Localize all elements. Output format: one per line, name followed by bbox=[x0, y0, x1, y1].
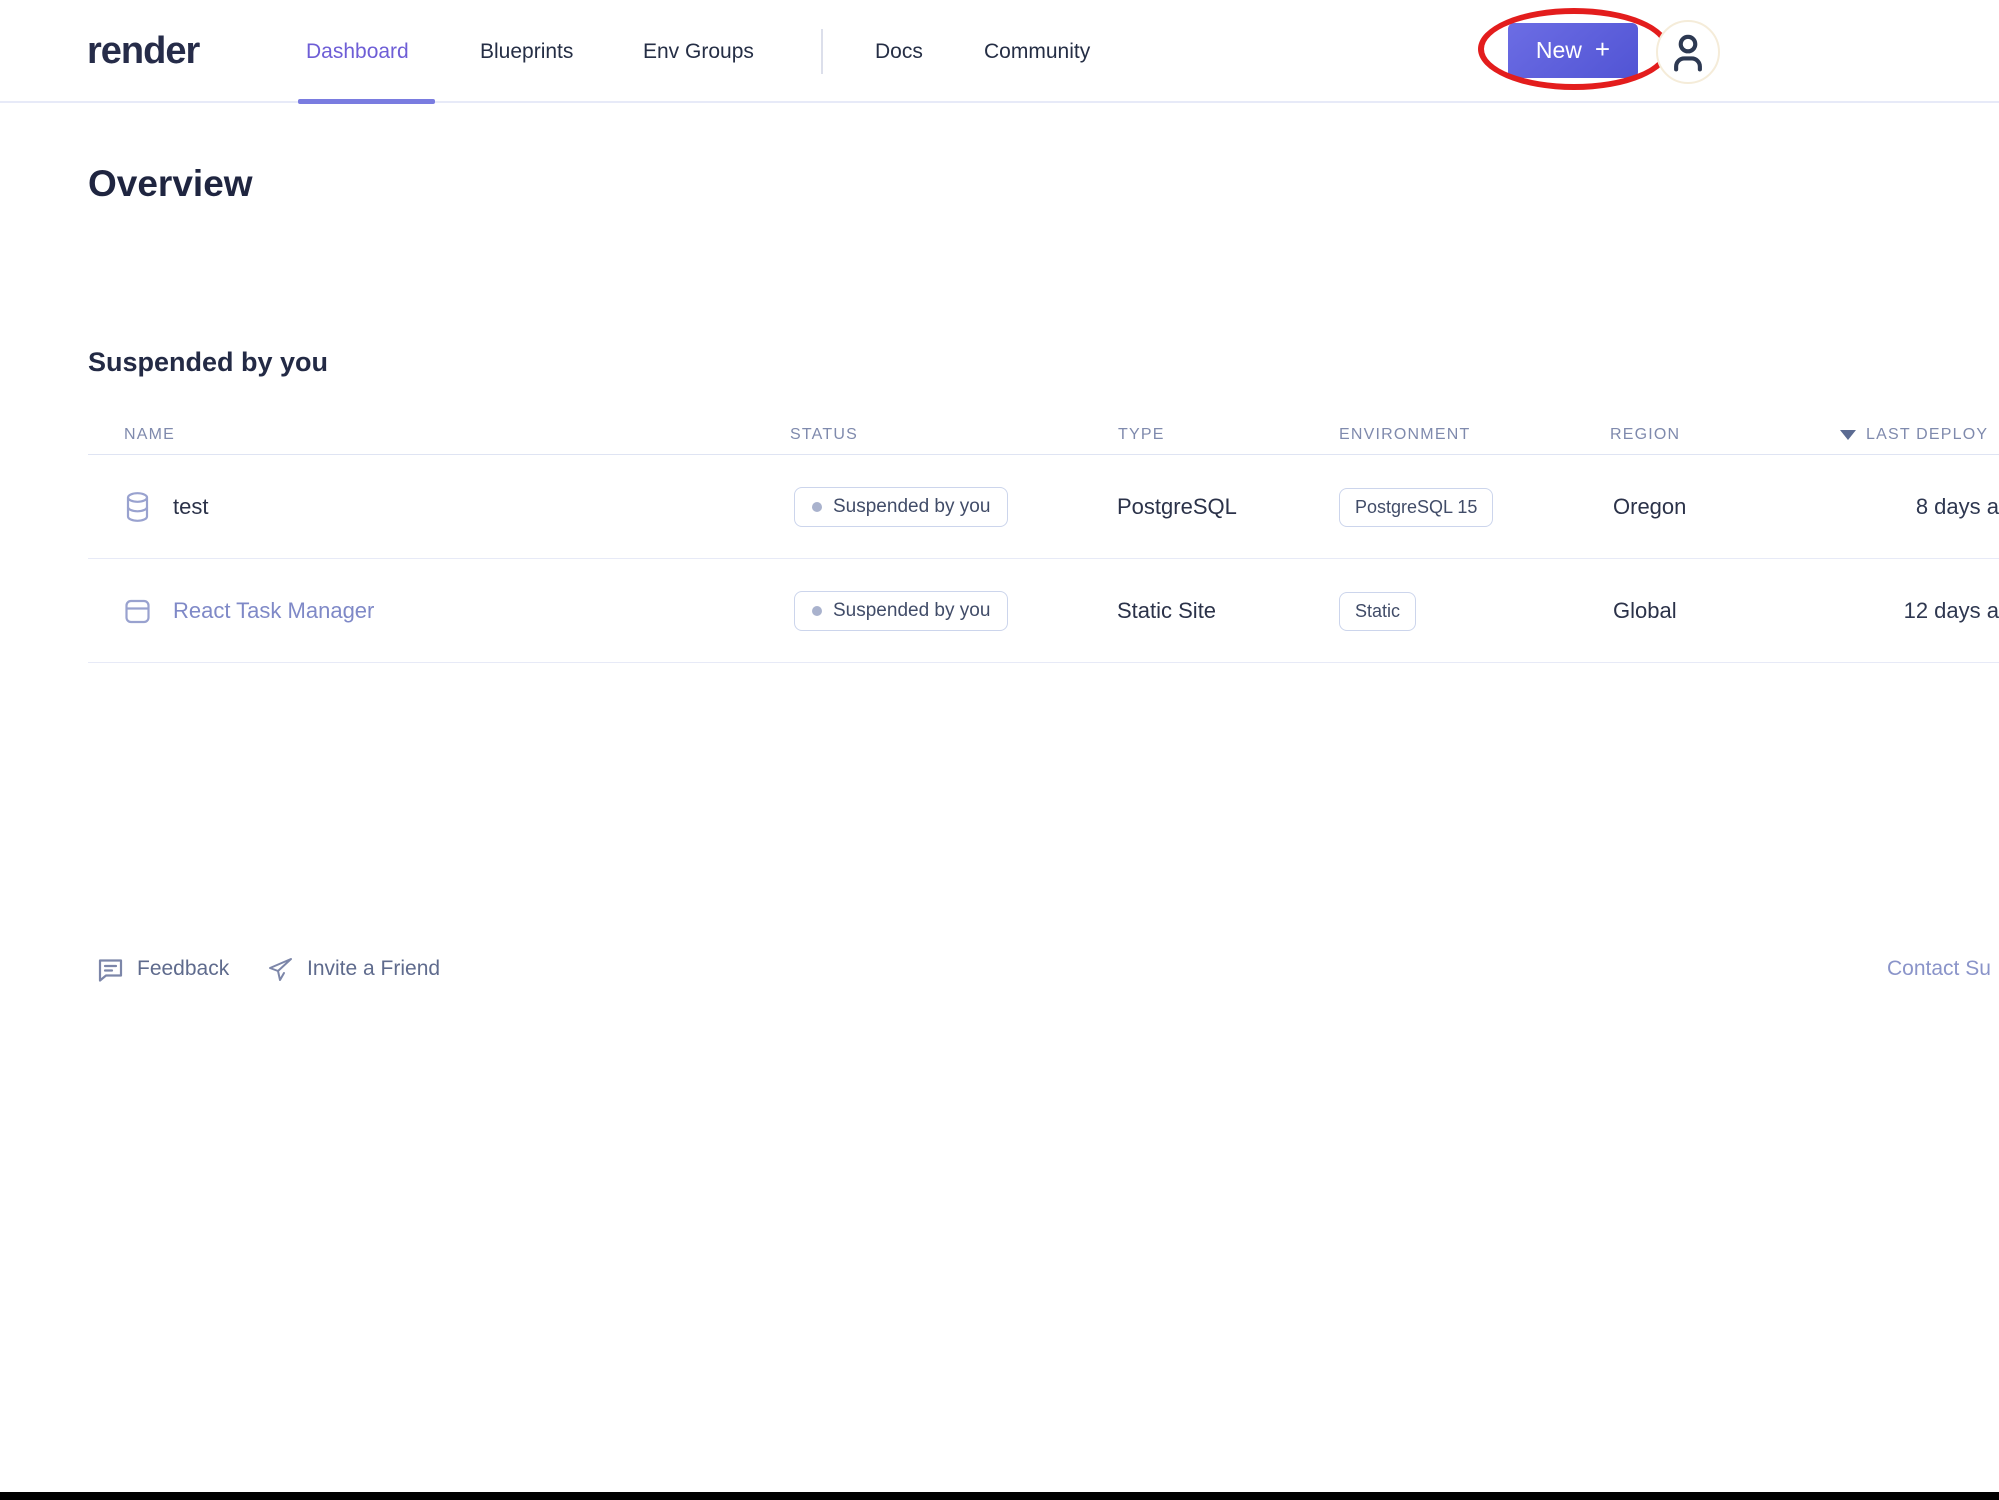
contact-support-link[interactable]: Contact Su bbox=[1887, 946, 1991, 992]
service-name-link[interactable]: test bbox=[173, 455, 208, 559]
account-button[interactable] bbox=[1656, 20, 1720, 84]
type-cell: Static Site bbox=[1117, 559, 1216, 663]
render-logo[interactable]: render bbox=[87, 0, 199, 103]
plus-icon: + bbox=[1595, 34, 1610, 65]
nav-item-docs[interactable]: Docs bbox=[875, 0, 923, 103]
status-dot-icon bbox=[812, 606, 822, 616]
feedback-bubble-icon bbox=[96, 955, 125, 984]
top-nav: render Dashboard Blueprints Env Groups D… bbox=[0, 0, 1999, 103]
service-name-link[interactable]: React Task Manager bbox=[173, 559, 374, 663]
region-cell: Oregon bbox=[1613, 455, 1686, 559]
status-badge: Suspended by you bbox=[794, 487, 1008, 527]
sort-descending-icon bbox=[1840, 430, 1856, 440]
static-site-icon bbox=[124, 559, 151, 663]
status-cell: Suspended by you bbox=[794, 559, 1008, 663]
column-header-type: TYPE bbox=[1118, 415, 1165, 455]
environment-cell: Static bbox=[1339, 559, 1416, 663]
active-tab-underline bbox=[298, 99, 435, 104]
environment-badge: Static bbox=[1339, 592, 1416, 631]
database-icon bbox=[124, 455, 151, 559]
services-table: NAME STATUS TYPE ENVIRONMENT REGION LAST… bbox=[88, 415, 1999, 663]
last-deploy-cell: 12 days a bbox=[1738, 559, 1999, 663]
column-header-status: STATUS bbox=[790, 415, 858, 455]
environment-badge: PostgreSQL 15 bbox=[1339, 488, 1493, 527]
type-cell: PostgreSQL bbox=[1117, 455, 1237, 559]
status-badge: Suspended by you bbox=[794, 591, 1008, 631]
section-title: Suspended by you bbox=[88, 347, 328, 378]
column-header-name: NAME bbox=[124, 415, 175, 455]
nav-item-dashboard[interactable]: Dashboard bbox=[306, 0, 409, 103]
status-cell: Suspended by you bbox=[794, 455, 1008, 559]
page-title: Overview bbox=[88, 163, 253, 205]
nav-item-community[interactable]: Community bbox=[984, 0, 1090, 103]
nav-item-env-groups[interactable]: Env Groups bbox=[643, 0, 754, 103]
invite-label: Invite a Friend bbox=[307, 957, 440, 981]
column-header-last-deploy[interactable]: LAST DEPLOY bbox=[1840, 415, 1988, 455]
bottom-black-bar bbox=[0, 1492, 1999, 1500]
nav-item-blueprints[interactable]: Blueprints bbox=[480, 0, 573, 103]
feedback-label: Feedback bbox=[137, 957, 229, 981]
new-button[interactable]: New + bbox=[1508, 23, 1638, 78]
invite-a-friend-button[interactable]: Invite a Friend bbox=[266, 946, 440, 992]
last-deploy-cell: 8 days a bbox=[1738, 455, 1999, 559]
column-header-region: REGION bbox=[1610, 415, 1680, 455]
paper-plane-icon bbox=[266, 955, 295, 984]
environment-cell: PostgreSQL 15 bbox=[1339, 455, 1493, 559]
status-dot-icon bbox=[812, 502, 822, 512]
table-row[interactable]: test Suspended by you PostgreSQL Postgre… bbox=[88, 455, 1999, 559]
person-icon bbox=[1669, 30, 1707, 74]
region-cell: Global bbox=[1613, 559, 1677, 663]
feedback-button[interactable]: Feedback bbox=[96, 946, 229, 992]
table-header-row: NAME STATUS TYPE ENVIRONMENT REGION LAST… bbox=[88, 415, 1999, 455]
new-button-label: New bbox=[1536, 37, 1582, 64]
table-row[interactable]: React Task Manager Suspended by you Stat… bbox=[88, 559, 1999, 663]
nav-divider bbox=[821, 29, 823, 74]
column-header-environment: ENVIRONMENT bbox=[1339, 415, 1470, 455]
